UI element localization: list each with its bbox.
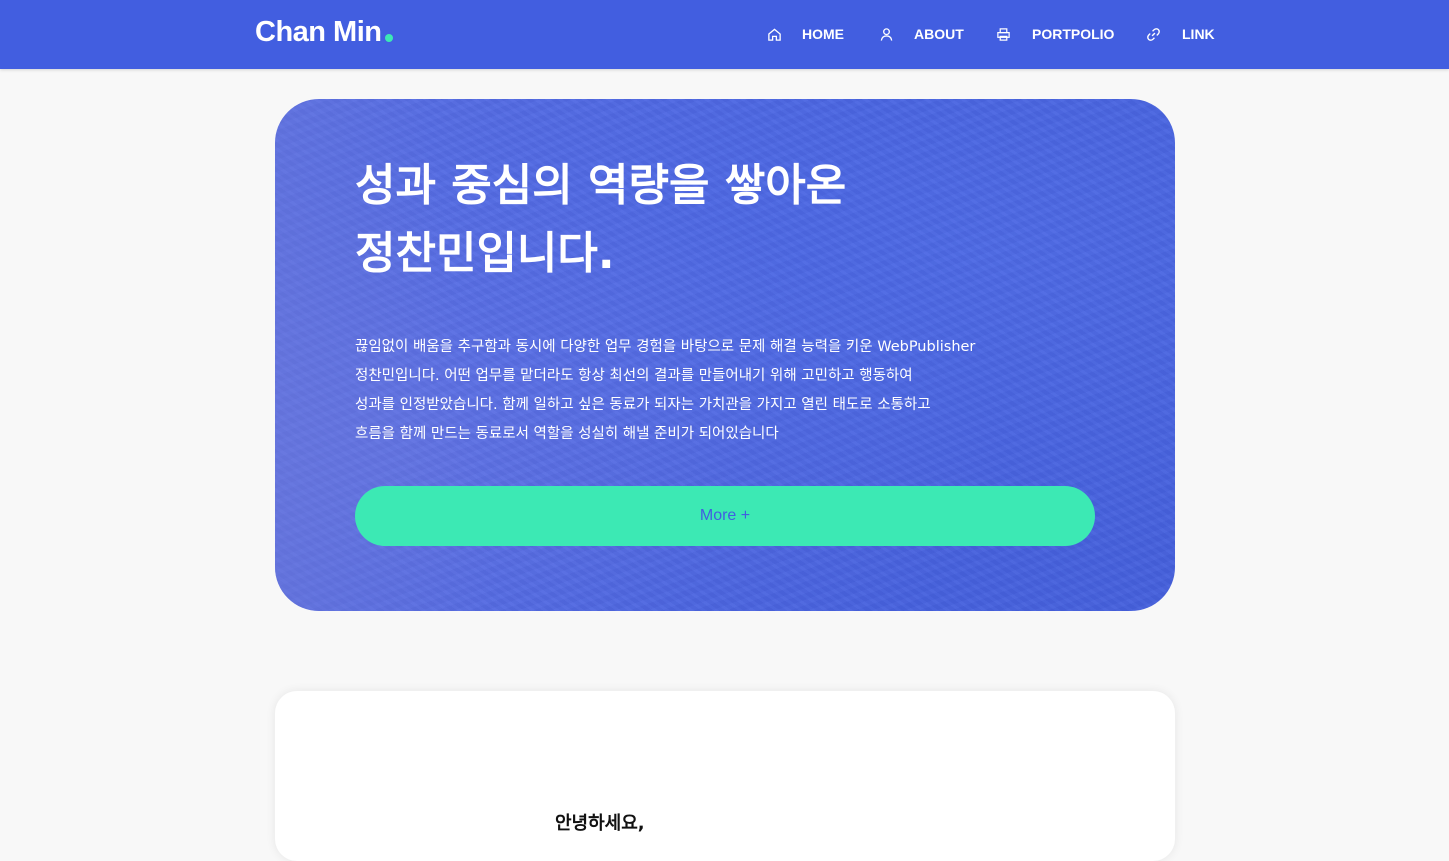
nav-home-label: HOME <box>802 26 844 42</box>
hero-description: 끊임없이 배움을 추구함과 동시에 다양한 업무 경험을 바탕으로 문제 해결 … <box>355 333 1075 449</box>
nav-about-link[interactable]: ABOUT <box>879 22 964 46</box>
home-icon <box>768 27 781 41</box>
nav-link-label: LINK <box>1182 26 1215 42</box>
hero-description-line: 흐름을 함께 만드는 동료로서 역할을 성실히 해낼 준비가 되어있습니다 <box>355 426 779 442</box>
hero-description-line: 정찬민입니다. 어떤 업무를 맡더라도 항상 최선의 결과를 만들어내기 위해 … <box>355 368 913 384</box>
nav-link-link[interactable]: LINK <box>1146 22 1215 46</box>
site-logo[interactable]: Chan Min <box>255 13 393 51</box>
nav-portfolio-link[interactable]: PORTPOLIO <box>996 22 1114 46</box>
hero-banner: 성과 중심의 역량을 쌓아온 정찬민입니다. 끊임없이 배움을 추구함과 동시에… <box>275 99 1175 611</box>
hero-title-line: 정찬민입니다. <box>355 228 615 279</box>
logo-dot <box>384 34 393 42</box>
nav-about-label: ABOUT <box>914 26 964 42</box>
top-navigation-bar: Chan Min HOME ABOUT PORTPOLIO LINK <box>0 0 1449 69</box>
hero-description-line: 끊임없이 배움을 추구함과 동시에 다양한 업무 경험을 바탕으로 문제 해결 … <box>355 339 976 355</box>
printer-icon <box>997 27 1010 41</box>
about-card: 안녕하세요, <box>275 691 1175 861</box>
nav-portfolio-label: PORTPOLIO <box>1032 26 1115 42</box>
logo-text: Chan Min <box>255 16 382 48</box>
hero-title: 성과 중심의 역량을 쌓아온 정찬민입니다. <box>355 152 1055 288</box>
user-icon <box>880 27 893 41</box>
hero-title-line: 성과 중심의 역량을 쌓아온 <box>355 160 847 211</box>
more-button[interactable]: More + <box>355 486 1095 546</box>
link-icon <box>1147 27 1160 41</box>
greeting-heading: 안녕하세요, <box>555 813 645 834</box>
nav-home-link[interactable]: HOME <box>767 22 844 46</box>
hero-description-line: 성과를 인정받았습니다. 함께 일하고 싶은 동료가 되자는 가치관을 가지고 … <box>355 397 931 413</box>
